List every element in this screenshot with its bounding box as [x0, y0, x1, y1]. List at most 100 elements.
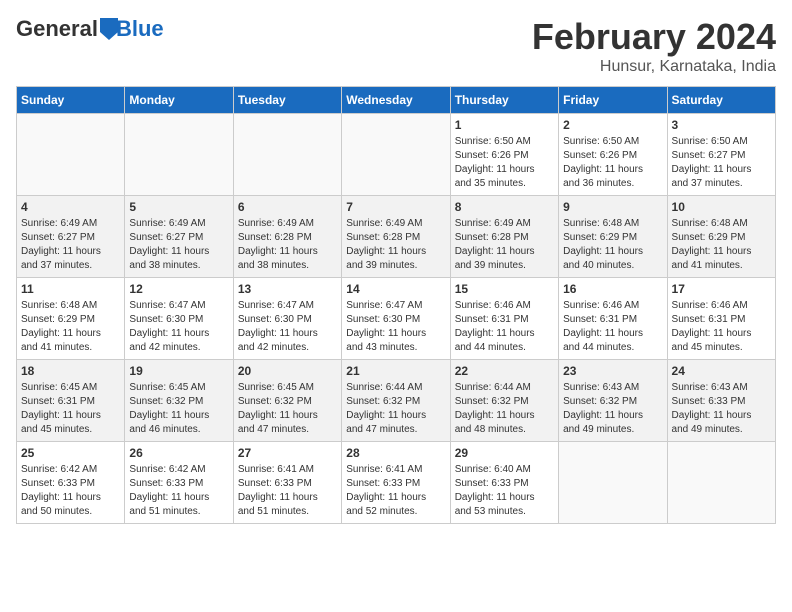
day-info: Sunrise: 6:47 AM Sunset: 6:30 PM Dayligh…: [238, 299, 337, 355]
day-number: 7: [346, 200, 445, 214]
calendar-cell: 1 Sunrise: 6:50 AM Sunset: 6:26 PM Daylig…: [450, 114, 558, 196]
calendar-cell: 24 Sunrise: 6:43 AM Sunset: 6:33 PM Dayli…: [667, 360, 775, 442]
day-info: Sunrise: 6:45 AM Sunset: 6:31 PM Dayligh…: [21, 381, 120, 437]
day-info: Sunrise: 6:45 AM Sunset: 6:32 PM Dayligh…: [238, 381, 337, 437]
day-number: 11: [21, 282, 120, 296]
day-info: Sunrise: 6:49 AM Sunset: 6:28 PM Dayligh…: [238, 217, 337, 273]
day-number: 18: [21, 364, 120, 378]
calendar-cell: 4 Sunrise: 6:49 AM Sunset: 6:27 PM Daylig…: [17, 196, 125, 278]
calendar-cell: 10Sunrise: 6:48 AM Sunset: 6:29 PM Dayli…: [667, 196, 775, 278]
weekday-thursday: Thursday: [450, 87, 558, 114]
week-row-4: 25 Sunrise: 6:42 AM Sunset: 6:33 PM Dayli…: [17, 442, 776, 524]
calendar-cell: 18 Sunrise: 6:45 AM Sunset: 6:31 PM Dayli…: [17, 360, 125, 442]
day-number: 2: [563, 118, 662, 132]
day-info: Sunrise: 6:46 AM Sunset: 6:31 PM Dayligh…: [672, 299, 771, 355]
calendar-cell: [559, 442, 667, 524]
day-number: 17: [672, 282, 771, 296]
logo: General Blue: [16, 16, 164, 42]
day-number: 29: [455, 446, 554, 460]
calendar-cell: 15Sunrise: 6:46 AM Sunset: 6:31 PM Dayli…: [450, 278, 558, 360]
day-info: Sunrise: 6:42 AM Sunset: 6:33 PM Dayligh…: [21, 463, 120, 519]
calendar-cell: 23Sunrise: 6:43 AM Sunset: 6:32 PM Dayli…: [559, 360, 667, 442]
day-info: Sunrise: 6:43 AM Sunset: 6:33 PM Dayligh…: [672, 381, 771, 437]
day-info: Sunrise: 6:44 AM Sunset: 6:32 PM Dayligh…: [455, 381, 554, 437]
calendar-cell: 21 Sunrise: 6:44 AM Sunset: 6:32 PM Dayli…: [342, 360, 450, 442]
day-number: 6: [238, 200, 337, 214]
calendar: SundayMondayTuesdayWednesdayThursdayFrid…: [16, 86, 776, 524]
day-number: 1: [455, 118, 554, 132]
day-number: 5: [129, 200, 228, 214]
day-number: 16: [563, 282, 662, 296]
calendar-cell: 20 Sunrise: 6:45 AM Sunset: 6:32 PM Dayli…: [233, 360, 341, 442]
logo-general: General: [16, 16, 98, 42]
calendar-cell: 2 Sunrise: 6:50 AM Sunset: 6:26 PM Daylig…: [559, 114, 667, 196]
calendar-cell: 8 Sunrise: 6:49 AM Sunset: 6:28 PM Daylig…: [450, 196, 558, 278]
calendar-cell: 26Sunrise: 6:42 AM Sunset: 6:33 PM Dayli…: [125, 442, 233, 524]
day-info: Sunrise: 6:49 AM Sunset: 6:28 PM Dayligh…: [346, 217, 445, 273]
day-number: 9: [563, 200, 662, 214]
day-info: Sunrise: 6:41 AM Sunset: 6:33 PM Dayligh…: [238, 463, 337, 519]
week-row-0: 1 Sunrise: 6:50 AM Sunset: 6:26 PM Daylig…: [17, 114, 776, 196]
day-number: 27: [238, 446, 337, 460]
calendar-cell: 22 Sunrise: 6:44 AM Sunset: 6:32 PM Dayli…: [450, 360, 558, 442]
day-info: Sunrise: 6:49 AM Sunset: 6:27 PM Dayligh…: [21, 217, 120, 273]
subtitle: Hunsur, Karnataka, India: [532, 58, 776, 76]
day-info: Sunrise: 6:48 AM Sunset: 6:29 PM Dayligh…: [21, 299, 120, 355]
weekday-monday: Monday: [125, 87, 233, 114]
title-block: February 2024 Hunsur, Karnataka, India: [532, 16, 776, 76]
calendar-cell: 5 Sunrise: 6:49 AM Sunset: 6:27 PM Daylig…: [125, 196, 233, 278]
weekday-header-row: SundayMondayTuesdayWednesdayThursdayFrid…: [17, 87, 776, 114]
calendar-cell: 19 Sunrise: 6:45 AM Sunset: 6:32 PM Dayli…: [125, 360, 233, 442]
calendar-cell: 6 Sunrise: 6:49 AM Sunset: 6:28 PM Daylig…: [233, 196, 341, 278]
main-title: February 2024: [532, 16, 776, 58]
calendar-cell: [17, 114, 125, 196]
calendar-cell: 17 Sunrise: 6:46 AM Sunset: 6:31 PM Dayli…: [667, 278, 775, 360]
day-info: Sunrise: 6:48 AM Sunset: 6:29 PM Dayligh…: [672, 217, 771, 273]
week-row-2: 11 Sunrise: 6:48 AM Sunset: 6:29 PM Dayli…: [17, 278, 776, 360]
day-number: 4: [21, 200, 120, 214]
calendar-cell: 16 Sunrise: 6:46 AM Sunset: 6:31 PM Dayli…: [559, 278, 667, 360]
day-number: 3: [672, 118, 771, 132]
day-info: Sunrise: 6:44 AM Sunset: 6:32 PM Dayligh…: [346, 381, 445, 437]
day-number: 12: [129, 282, 228, 296]
calendar-cell: 28Sunrise: 6:41 AM Sunset: 6:33 PM Dayli…: [342, 442, 450, 524]
calendar-cell: 11 Sunrise: 6:48 AM Sunset: 6:29 PM Dayli…: [17, 278, 125, 360]
day-number: 22: [455, 364, 554, 378]
calendar-cell: 3 Sunrise: 6:50 AM Sunset: 6:27 PM Daylig…: [667, 114, 775, 196]
calendar-cell: [125, 114, 233, 196]
calendar-cell: 25 Sunrise: 6:42 AM Sunset: 6:33 PM Dayli…: [17, 442, 125, 524]
day-info: Sunrise: 6:50 AM Sunset: 6:26 PM Dayligh…: [563, 135, 662, 191]
day-info: Sunrise: 6:48 AM Sunset: 6:29 PM Dayligh…: [563, 217, 662, 273]
day-info: Sunrise: 6:50 AM Sunset: 6:27 PM Dayligh…: [672, 135, 771, 191]
day-number: 20: [238, 364, 337, 378]
day-info: Sunrise: 6:47 AM Sunset: 6:30 PM Dayligh…: [346, 299, 445, 355]
calendar-cell: 12 Sunrise: 6:47 AM Sunset: 6:30 PM Dayli…: [125, 278, 233, 360]
calendar-cell: 9 Sunrise: 6:48 AM Sunset: 6:29 PM Daylig…: [559, 196, 667, 278]
week-row-1: 4 Sunrise: 6:49 AM Sunset: 6:27 PM Daylig…: [17, 196, 776, 278]
weekday-saturday: Saturday: [667, 87, 775, 114]
day-number: 28: [346, 446, 445, 460]
day-info: Sunrise: 6:42 AM Sunset: 6:33 PM Dayligh…: [129, 463, 228, 519]
day-number: 13: [238, 282, 337, 296]
day-number: 19: [129, 364, 228, 378]
calendar-cell: 7 Sunrise: 6:49 AM Sunset: 6:28 PM Daylig…: [342, 196, 450, 278]
day-number: 8: [455, 200, 554, 214]
day-number: 21: [346, 364, 445, 378]
calendar-cell: [342, 114, 450, 196]
day-number: 25: [21, 446, 120, 460]
day-info: Sunrise: 6:40 AM Sunset: 6:33 PM Dayligh…: [455, 463, 554, 519]
day-info: Sunrise: 6:49 AM Sunset: 6:27 PM Dayligh…: [129, 217, 228, 273]
header: General Blue February 2024 Hunsur, Karna…: [16, 16, 776, 76]
day-info: Sunrise: 6:49 AM Sunset: 6:28 PM Dayligh…: [455, 217, 554, 273]
weekday-friday: Friday: [559, 87, 667, 114]
day-info: Sunrise: 6:46 AM Sunset: 6:31 PM Dayligh…: [455, 299, 554, 355]
day-number: 24: [672, 364, 771, 378]
weekday-wednesday: Wednesday: [342, 87, 450, 114]
calendar-cell: [667, 442, 775, 524]
day-info: Sunrise: 6:47 AM Sunset: 6:30 PM Dayligh…: [129, 299, 228, 355]
logo-blue: Blue: [116, 16, 164, 42]
day-info: Sunrise: 6:45 AM Sunset: 6:32 PM Dayligh…: [129, 381, 228, 437]
day-info: Sunrise: 6:50 AM Sunset: 6:26 PM Dayligh…: [455, 135, 554, 191]
day-info: Sunrise: 6:46 AM Sunset: 6:31 PM Dayligh…: [563, 299, 662, 355]
day-number: 14: [346, 282, 445, 296]
